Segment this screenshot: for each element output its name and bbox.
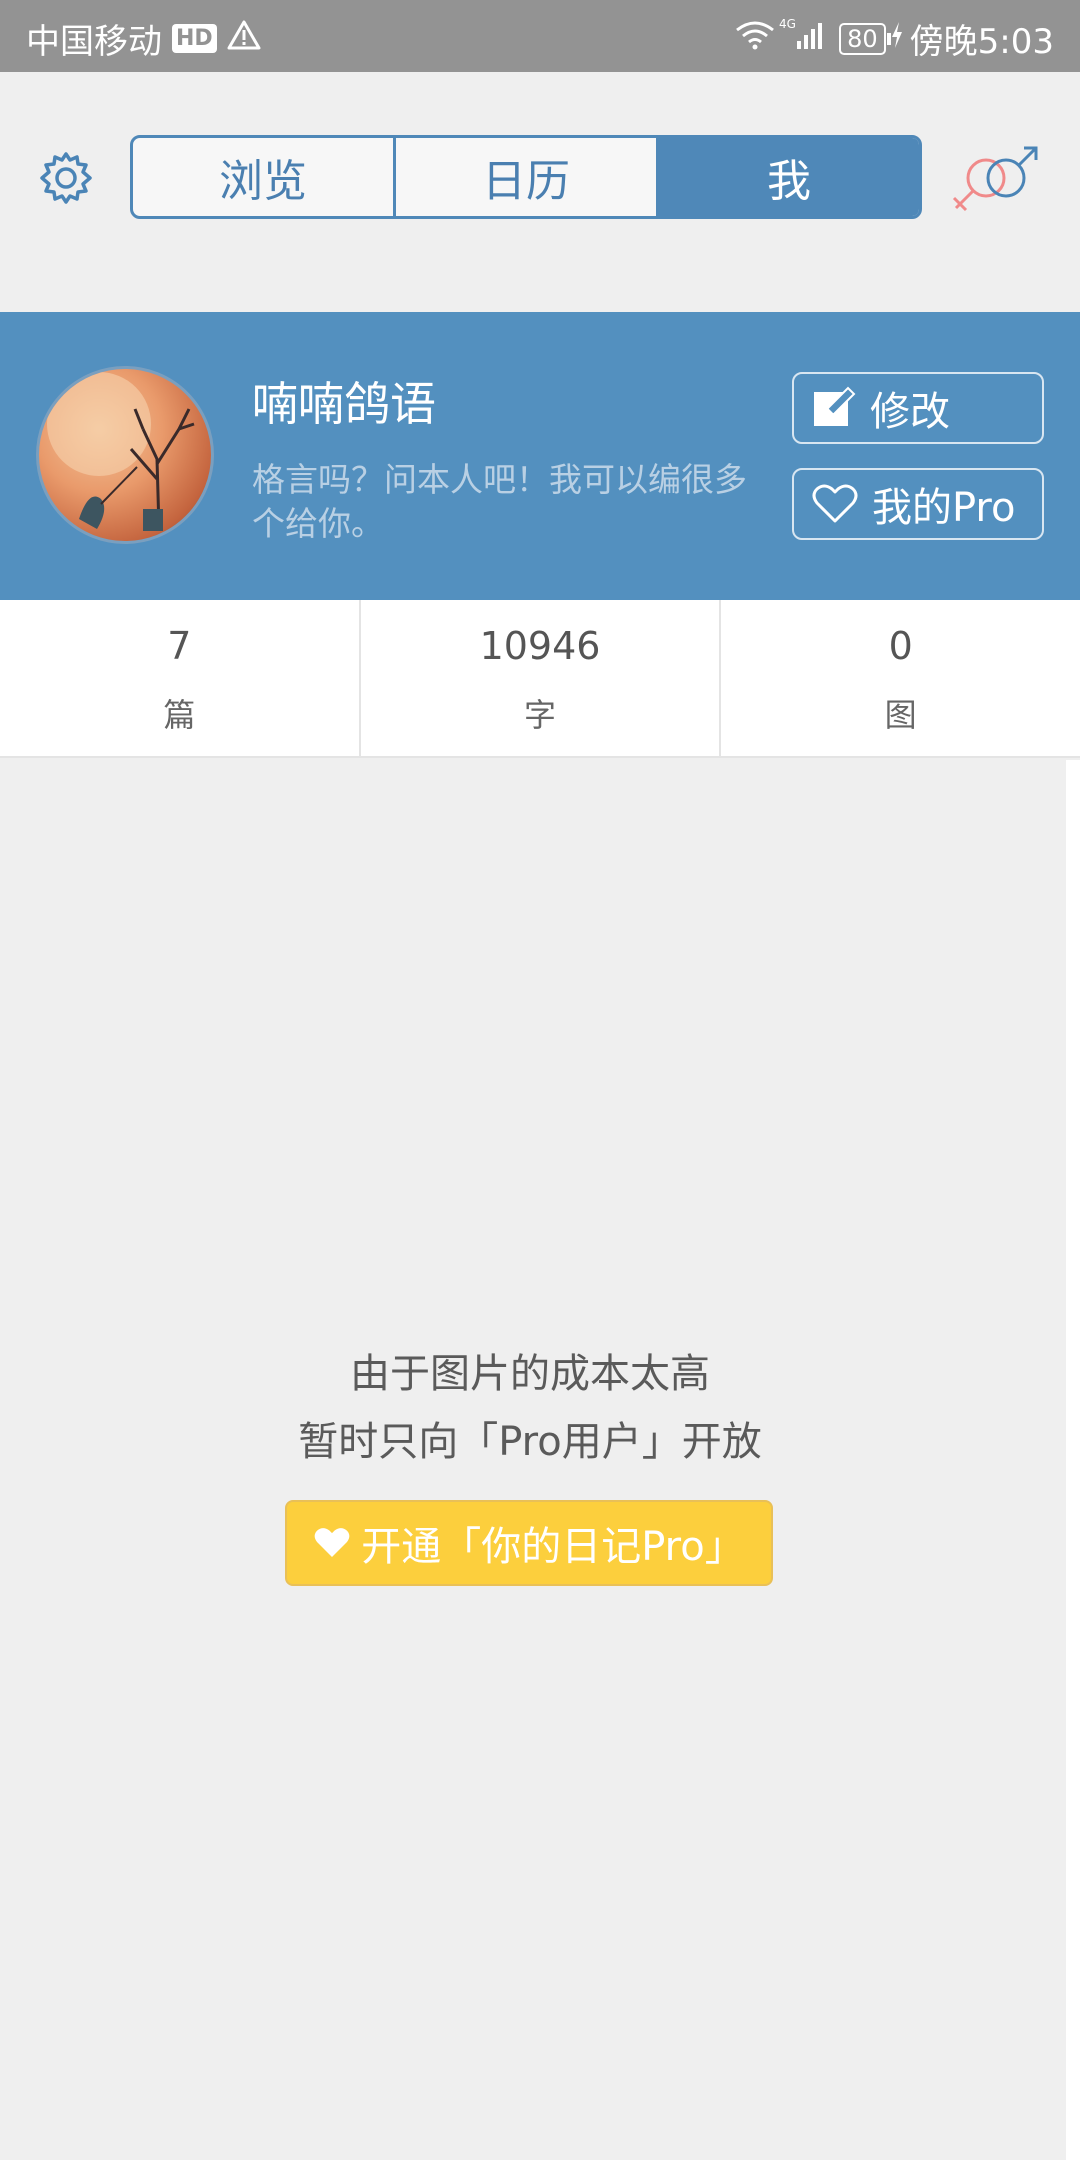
stats-row: 7 篇 10946 字 0 图 bbox=[0, 600, 1080, 758]
my-pro-button[interactable]: 我的Pro bbox=[792, 468, 1044, 540]
profile-name: 喃喃鸽语 bbox=[252, 377, 436, 431]
stat-articles[interactable]: 7 篇 bbox=[0, 600, 361, 756]
my-pro-label: 我的Pro bbox=[872, 485, 1016, 531]
stat-value: 10946 bbox=[479, 624, 601, 668]
stat-value: 7 bbox=[167, 624, 192, 668]
stat-unit: 字 bbox=[524, 696, 557, 734]
battery-indicator: 80 bbox=[839, 22, 891, 55]
tab-browse[interactable]: 浏览 bbox=[133, 138, 396, 216]
edit-label: 修改 bbox=[870, 389, 950, 435]
images-panel: 由于图片的成本太高 暂时只向「Pro用户」开放 开通「你的日记Pro」 bbox=[0, 760, 1066, 2160]
activate-pro-label: 开通「你的日记Pro」 bbox=[361, 1524, 745, 1570]
status-right: 4G 80 傍晚5:03 bbox=[735, 14, 1054, 63]
gender-icon[interactable] bbox=[948, 144, 1048, 216]
stat-unit: 篇 bbox=[163, 696, 196, 734]
warning-icon bbox=[227, 19, 261, 59]
status-bar: 中国移动 HD 4G 80 傍晚5:03 bbox=[0, 0, 1080, 72]
tab-me[interactable]: 我 bbox=[659, 138, 919, 216]
charging-icon bbox=[890, 21, 904, 56]
view-tabs: 浏览 日历 我 bbox=[130, 135, 922, 219]
avatar[interactable] bbox=[36, 366, 214, 544]
stat-value: 0 bbox=[888, 624, 913, 668]
status-left: 中国移动 HD bbox=[26, 14, 261, 63]
activate-pro-button[interactable]: 开通「你的日记Pro」 bbox=[285, 1500, 773, 1586]
network-type: 4G bbox=[779, 17, 796, 31]
scroll-edge bbox=[1066, 760, 1080, 2160]
stat-unit: 图 bbox=[884, 696, 917, 734]
edit-profile-button[interactable]: 修改 bbox=[792, 372, 1044, 444]
cellular-signal-icon: 4G bbox=[779, 17, 825, 60]
top-navigation: 浏览 日历 我 bbox=[0, 72, 1080, 312]
profile-header: 喃喃鸽语 格言吗？问本人吧！我可以编很多个给你。 修改 我的Pro bbox=[0, 312, 1080, 600]
wifi-icon bbox=[735, 19, 775, 59]
notice-line-2: 暂时只向「Pro用户」开放 bbox=[298, 1419, 762, 1465]
profile-bio: 格言吗？问本人吧！我可以编很多个给你。 bbox=[252, 460, 747, 543]
status-time: 傍晚5:03 bbox=[909, 22, 1054, 62]
notice-line-1: 由于图片的成本太高 bbox=[350, 1351, 710, 1397]
stat-images[interactable]: 0 图 bbox=[721, 600, 1080, 756]
pro-notice: 由于图片的成本太高 暂时只向「Pro用户」开放 bbox=[0, 1340, 1060, 1476]
hd-badge: HD bbox=[172, 24, 217, 53]
gear-icon[interactable] bbox=[36, 148, 96, 208]
carrier-name: 中国移动 bbox=[26, 22, 162, 62]
stat-words[interactable]: 10946 字 bbox=[361, 600, 722, 756]
tab-calendar[interactable]: 日历 bbox=[396, 138, 659, 216]
heart-icon bbox=[314, 1528, 350, 1558]
heart-outline-icon bbox=[812, 484, 858, 523]
edit-icon bbox=[814, 386, 856, 426]
